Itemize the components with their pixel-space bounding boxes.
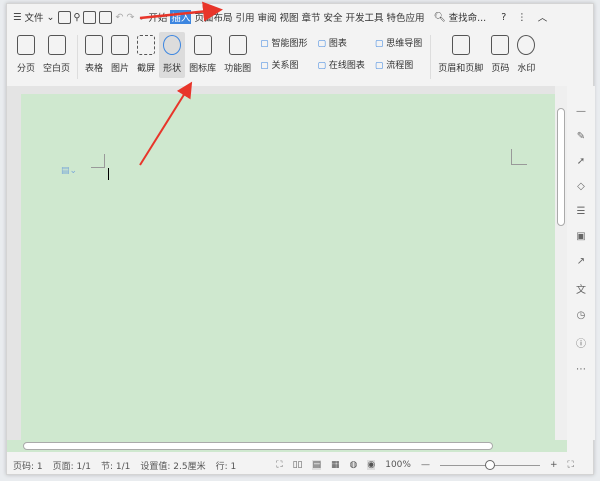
- doc-icon[interactable]: ▣: [576, 231, 585, 242]
- tab-layout[interactable]: 页面布局: [194, 10, 232, 24]
- ribbon: 分页 空白页 表格 图片 截屏 形状 图标库 功能图 智能图形关系图 图表在线图…: [7, 32, 593, 84]
- more-icon[interactable]: ⋮: [517, 12, 527, 23]
- chart-button[interactable]: 图表: [318, 36, 365, 49]
- save-icon[interactable]: [57, 10, 71, 24]
- print-icon[interactable]: [83, 10, 97, 24]
- document-page[interactable]: ▤⌄: [21, 94, 555, 440]
- smart-art-button[interactable]: 智能图形: [260, 36, 308, 49]
- tab-home[interactable]: 开始: [148, 10, 167, 24]
- tab-chapter[interactable]: 章节: [302, 10, 321, 24]
- text-cursor: [108, 168, 109, 180]
- more-icon[interactable]: ⋯: [576, 364, 586, 375]
- tab-references[interactable]: 引用: [235, 10, 254, 24]
- page-count: 页面: 1/1: [52, 461, 92, 472]
- online-chart-button[interactable]: 在线图表: [318, 58, 365, 71]
- page-number: 页码: 1: [13, 461, 43, 472]
- paste-options-icon[interactable]: ▤⌄: [61, 166, 77, 176]
- wps-window: ☰ 文件 ⌄ ⚲ ↶ ↷ ⌄ 开始 插入 页面布局 引用 审阅 视图 章节 安全 …: [6, 3, 595, 476]
- picture-button[interactable]: 图片: [107, 32, 133, 78]
- watermark-button[interactable]: 水印: [513, 32, 539, 78]
- page-view-icon[interactable]: ▤: [312, 460, 321, 470]
- header-footer-button[interactable]: 页眉和页脚: [434, 32, 487, 78]
- settings-icon[interactable]: ☰: [577, 206, 586, 217]
- search-command[interactable]: 查找命...: [449, 10, 487, 24]
- row: 行: 1: [215, 461, 237, 472]
- fit-icon[interactable]: ⛶: [568, 460, 574, 470]
- zoom-slider[interactable]: [439, 460, 540, 470]
- outline-icon[interactable]: ▦: [331, 460, 340, 470]
- history-icon[interactable]: ◷: [577, 310, 586, 321]
- section: 节: 1/1: [101, 461, 131, 472]
- flowchart-button[interactable]: 流程图: [375, 58, 422, 71]
- menu-icon[interactable]: ☰: [13, 12, 22, 23]
- select-icon[interactable]: ➚: [577, 156, 585, 167]
- share-icon[interactable]: ↗: [577, 256, 585, 267]
- vertical-scrollbar[interactable]: [555, 86, 567, 440]
- format-painter-icon[interactable]: ⚲: [74, 12, 81, 23]
- menu-tabs: ☰ 文件 ⌄ ⚲ ↶ ↷ ⌄ 开始 插入 页面布局 引用 审阅 视图 章节 安全 …: [13, 10, 548, 24]
- translate-icon[interactable]: 文: [576, 281, 586, 296]
- collapse-ribbon-icon[interactable]: ︿: [538, 10, 548, 24]
- zoom-out-button[interactable]: —: [421, 460, 430, 470]
- icon-library-button[interactable]: 图标库: [185, 32, 220, 78]
- shape-button[interactable]: 形状: [159, 32, 186, 78]
- function-chart-button[interactable]: 功能图: [220, 32, 255, 78]
- tab-features[interactable]: 特色应用: [387, 10, 425, 24]
- preview-icon[interactable]: [99, 10, 113, 24]
- table-button[interactable]: 表格: [81, 32, 107, 78]
- fullscreen-icon[interactable]: ⛶: [276, 460, 282, 470]
- read-mode-icon[interactable]: ▯▯: [293, 460, 303, 470]
- tab-review[interactable]: 审阅: [257, 10, 276, 24]
- help-button[interactable]: ?: [501, 12, 506, 23]
- horizontal-scrollbar[interactable]: [7, 440, 567, 452]
- tab-insert[interactable]: 插入: [170, 10, 192, 24]
- search-icon: 🔍︎: [433, 11, 446, 23]
- relation-chart-button[interactable]: 关系图: [260, 58, 307, 71]
- tab-view[interactable]: 视图: [279, 10, 298, 24]
- tab-security[interactable]: 安全: [324, 10, 343, 24]
- page-number-button[interactable]: 页码: [487, 32, 513, 78]
- shape-icon[interactable]: ◇: [577, 181, 585, 192]
- setting-value: 设置值: 2.5厘米: [140, 461, 206, 472]
- minimize-sidebar-icon[interactable]: —: [576, 106, 586, 117]
- blank-page-button[interactable]: 空白页: [39, 32, 74, 78]
- screenshot-button[interactable]: 截屏: [133, 32, 159, 78]
- web-view-icon[interactable]: ◍: [350, 460, 358, 470]
- document-area: ▤⌄: [7, 86, 555, 440]
- zoom-level[interactable]: 100%: [385, 460, 411, 470]
- right-sidebar: — ✎ ➚ ◇ ☰ ▣ ↗ 文 ◷ ⓘ ⋯: [567, 86, 595, 440]
- pen-icon[interactable]: ✎: [577, 131, 585, 142]
- tab-developer[interactable]: 开发工具: [346, 10, 384, 24]
- help-icon[interactable]: ⓘ: [576, 335, 586, 350]
- zoom-in-button[interactable]: +: [550, 460, 558, 470]
- status-bar: 页码: 1 页面: 1/1 节: 1/1 设置值: 2.5厘米 行: 1 ⛶ ▯…: [7, 454, 593, 476]
- eye-protection-icon[interactable]: ◉: [367, 460, 376, 470]
- undo-icon[interactable]: ↶ ↷ ⌄: [115, 12, 145, 23]
- page-break-button[interactable]: 分页: [13, 32, 39, 78]
- file-menu[interactable]: 文件: [25, 10, 44, 24]
- mind-map-button[interactable]: 思维导图: [375, 36, 422, 49]
